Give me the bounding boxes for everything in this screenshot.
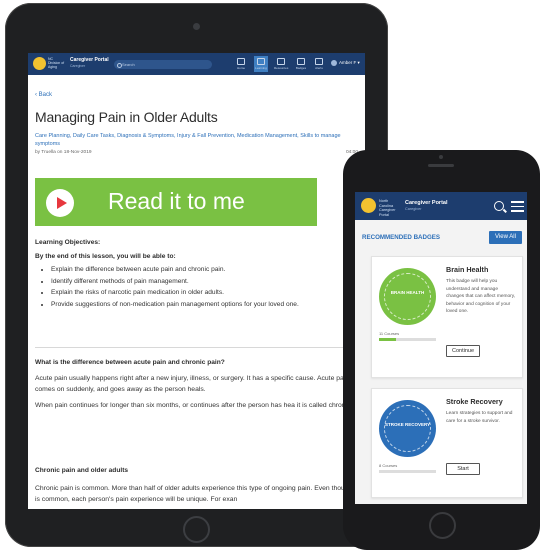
stroke-recovery-badge-icon: STROKE RECOVERY [379, 400, 436, 457]
book-icon [257, 58, 265, 65]
section-heading: What is the difference between acute pai… [35, 359, 225, 366]
list-item: Explain the risks of narcotic pain medic… [51, 287, 360, 299]
paragraph: Acute pain usually happens right after a… [35, 375, 350, 393]
topic-tags[interactable]: Care Planning, Daily Care Tasks, Diagnos… [35, 132, 360, 148]
course-count: 8 Courses [379, 463, 398, 468]
list-item: Provide suggestions of non-medication pa… [51, 299, 360, 311]
paragraph: When pain continues for longer than six … [35, 402, 365, 409]
nav-home[interactable]: Home [234, 56, 248, 72]
nav-alerts[interactable]: Alerts [312, 56, 326, 72]
view-all-button[interactable]: View All [489, 231, 522, 244]
progress-bar [379, 470, 436, 473]
logo-icon[interactable] [361, 198, 376, 213]
card-description: Learn strategies to support and care for… [446, 411, 513, 424]
phone-device: North Carolina Caregiver Portal Caregive… [343, 150, 540, 550]
brain-health-badge-icon: BRAIN HEALTH [379, 268, 436, 325]
avatar [331, 60, 337, 66]
resources-icon [277, 58, 285, 65]
section-heading: Chronic pain and older adults [35, 467, 129, 474]
tablet-navbar: NC Division of Aging Caregiver Portal Car… [28, 53, 365, 75]
progress-bar [379, 338, 436, 341]
objectives-list: Explain the difference between acute pai… [35, 264, 360, 310]
nav-badges[interactable]: Badges [294, 56, 308, 72]
list-item: Explain the difference between acute pai… [51, 264, 360, 276]
tablet-camera [193, 23, 200, 30]
start-button[interactable]: Start [446, 463, 480, 475]
read-it-to-me-button[interactable]: Read it to me [35, 178, 317, 226]
card-description: This badge will help you understand and … [446, 279, 516, 314]
paragraph: Chronic pain is common. More than half o… [35, 485, 358, 503]
author-meta: by Truella on 18-Nov-2019 04:00 [35, 150, 358, 155]
phone-home-button[interactable] [429, 512, 456, 539]
recommended-badges-heading: RECOMMENDED BADGES [362, 234, 441, 241]
tablet-home-button[interactable] [183, 516, 210, 543]
search-icon [117, 63, 122, 68]
objectives-heading: Learning Objectives: [35, 239, 101, 246]
brand-text: NC Division of Aging [48, 57, 65, 69]
continue-button[interactable]: Continue [446, 345, 480, 357]
phone-speaker [428, 164, 454, 167]
brand-text: North Carolina Caregiver Portal [379, 199, 396, 217]
read-banner-label: Read it to me [108, 188, 245, 214]
phone-camera [439, 155, 443, 159]
user-menu[interactable]: Amber F ▾ [331, 60, 360, 66]
nav-learning[interactable]: Learning [254, 56, 268, 72]
page-title: Managing Pain in Older Adults [35, 109, 218, 125]
phone-navbar: North Carolina Caregiver Portal Caregive… [355, 192, 527, 220]
tablet-screen: NC Division of Aging Caregiver Portal Car… [28, 53, 365, 509]
card-title: Stroke Recovery [446, 397, 503, 406]
card-title: Brain Health [446, 265, 489, 274]
objectives-intro: By the end of this lesson, you will be a… [35, 253, 176, 260]
play-icon [46, 189, 74, 217]
back-link[interactable]: ‹ Back [35, 92, 365, 98]
chevron-left-icon: ‹ [35, 92, 37, 98]
badge-card-stroke-recovery[interactable]: STROKE RECOVERY Stroke Recovery Learn st… [371, 388, 523, 498]
badge-icon [297, 58, 305, 65]
search-input[interactable]: Search [114, 60, 212, 69]
logo-icon[interactable] [33, 57, 46, 70]
tablet-device: NC Division of Aging Caregiver Portal Car… [5, 3, 388, 547]
search-icon[interactable] [494, 201, 504, 211]
home-icon [237, 58, 245, 65]
portal-title[interactable]: Caregiver Portal Caregiver [70, 57, 109, 69]
portal-title[interactable]: Caregiver Portal Caregiver [405, 200, 448, 212]
list-item: Identify different methods of pain manag… [51, 276, 360, 288]
nav-resources[interactable]: Resources [274, 56, 288, 72]
badge-card-brain-health[interactable]: BRAIN HEALTH Brain Health This badge wil… [371, 256, 523, 378]
hamburger-menu-icon[interactable] [511, 201, 524, 215]
course-count: 11 Courses [379, 331, 400, 336]
divider [35, 347, 353, 348]
phone-screen: North Carolina Caregiver Portal Caregive… [355, 192, 527, 504]
chevron-down-icon: ▾ [357, 60, 360, 66]
bell-icon [315, 58, 323, 65]
